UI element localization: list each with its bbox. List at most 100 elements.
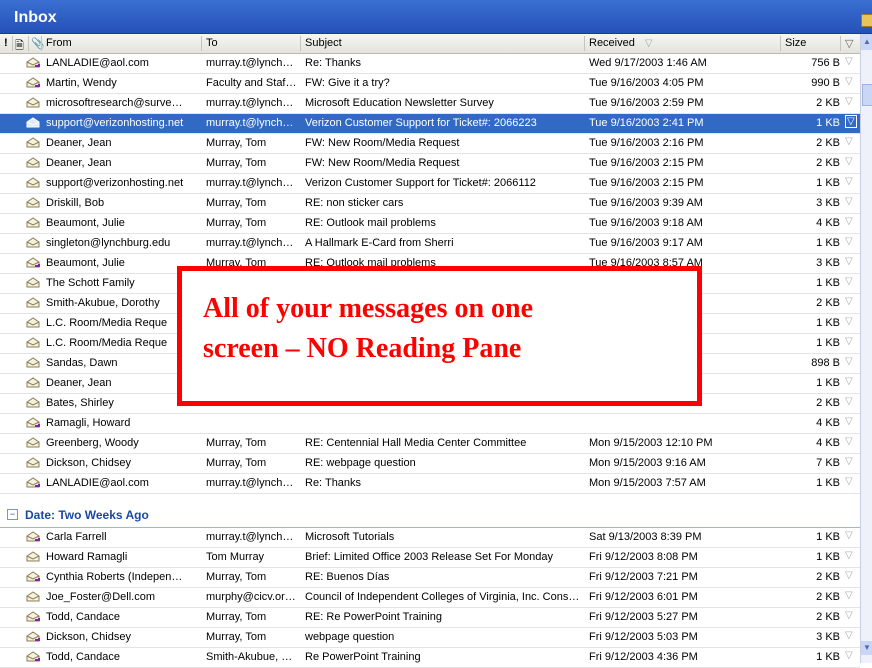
message-size: 1 KB xyxy=(816,277,840,289)
message-size: 4 KB xyxy=(816,217,840,229)
folder-title: Inbox xyxy=(14,9,57,26)
message-row[interactable]: Greenberg, Woody Murray, Tom RE: Centennia… xyxy=(0,434,860,454)
message-row[interactable]: LANLADIE@aol.com murray.t@lynch… Re: Thank… xyxy=(0,54,860,74)
flag-icon[interactable]: ▽ xyxy=(845,136,853,147)
envelope-reply-icon xyxy=(26,257,40,268)
flag-icon[interactable]: ▽ xyxy=(845,76,853,87)
message-row[interactable]: Howard Ramagli Tom Murray Brief: Limited O… xyxy=(0,548,860,568)
message-row[interactable]: Beaumont, Julie Murray, Tom RE: Outlook ma… xyxy=(0,214,860,234)
flag-icon[interactable]: ▽ xyxy=(845,96,853,107)
message-row[interactable]: singleton@lynchburg.edu murray.t@lynch… A … xyxy=(0,234,860,254)
folder-icon[interactable] xyxy=(861,14,872,27)
message-size: 1 KB xyxy=(816,317,840,329)
message-row[interactable]: Joe_Foster@Dell.com murphy@cicv.or… Counci… xyxy=(0,588,860,608)
message-from: Beaumont, Julie xyxy=(46,217,125,229)
flag-icon[interactable]: ▽ xyxy=(845,296,853,307)
flag-icon[interactable]: ▽ xyxy=(845,650,853,661)
scroll-thumb[interactable] xyxy=(862,84,872,106)
envelope-open-icon xyxy=(26,277,40,288)
message-row[interactable]: Dickson, Chidsey Murray, Tom RE: webpage q… xyxy=(0,454,860,474)
message-size: 1 KB xyxy=(816,531,840,543)
flag-icon[interactable]: ▽ xyxy=(845,476,853,487)
message-subject: RE: webpage question xyxy=(305,457,416,469)
message-row[interactable]: LANLADIE@aol.com murray.t@lynch… Re: Thank… xyxy=(0,474,860,494)
flag-icon[interactable]: ▽ xyxy=(845,550,853,561)
message-subject: Microsoft Education Newsletter Survey xyxy=(305,97,494,109)
message-subject: Verizon Customer Support for Ticket#: 20… xyxy=(305,117,537,129)
flag-icon[interactable]: ▽ xyxy=(845,590,853,601)
message-subject: Brief: Limited Office 2003 Release Set F… xyxy=(305,551,554,563)
message-to: Murray, Tom xyxy=(206,197,267,209)
message-row[interactable]: Martin, Wendy Faculty and Staf… FW: Give i… xyxy=(0,74,860,94)
flag-icon[interactable]: ▽ xyxy=(845,316,853,327)
flag-icon[interactable]: ▽ xyxy=(845,456,853,467)
flag-icon[interactable]: ▽ xyxy=(845,336,853,347)
message-to: murray.t@lynch… xyxy=(206,57,294,69)
message-row[interactable]: support@verizonhosting.net murray.t@lynch… xyxy=(0,174,860,194)
flag-icon[interactable]: ▽ xyxy=(845,416,853,427)
flag-icon[interactable]: ▽ xyxy=(845,196,853,207)
column-from[interactable]: From xyxy=(46,37,72,49)
flag-icon[interactable]: ▽ xyxy=(845,610,853,621)
column-subject[interactable]: Subject xyxy=(305,37,342,49)
message-row[interactable]: Deaner, Jean Murray, Tom FW: New Room/Medi… xyxy=(0,154,860,174)
message-row[interactable]: Carla Farrell murray.t@lynch… Microsoft Tu… xyxy=(0,528,860,548)
flag-column-icon[interactable]: ▽ xyxy=(845,37,853,50)
flag-icon[interactable]: ▽ xyxy=(845,630,853,641)
envelope-reply-icon xyxy=(26,77,40,88)
message-row[interactable]: Dickson, Chidsey Murray, Tom webpage quest… xyxy=(0,628,860,648)
message-row[interactable]: Cynthia Roberts (Indepen… Murray, Tom RE: … xyxy=(0,568,860,588)
message-row[interactable]: Driskill, Bob Murray, Tom RE: non sticker … xyxy=(0,194,860,214)
message-row[interactable]: Todd, Candace Smith-Akubue, D… Re PowerPoi… xyxy=(0,648,860,668)
flag-icon[interactable]: ▽ xyxy=(845,236,853,247)
column-to[interactable]: To xyxy=(206,37,218,49)
message-row[interactable]: microsoftresearch@surve… murray.t@lynch… M… xyxy=(0,94,860,114)
importance-icon[interactable]: ! xyxy=(4,37,8,49)
message-from: LANLADIE@aol.com xyxy=(46,57,149,69)
group-header-two-weeks-ago[interactable]: − Date: Two Weeks Ago xyxy=(0,503,860,528)
flag-icon[interactable]: ▽ xyxy=(845,156,853,167)
scroll-down-icon[interactable]: ▼ xyxy=(861,641,872,655)
flag-icon[interactable]: ▽ xyxy=(845,56,853,67)
message-received: Fri 9/12/2003 5:27 PM xyxy=(589,611,698,623)
flag-icon[interactable]: ▽ xyxy=(845,530,853,541)
flag-icon[interactable]: ▽ xyxy=(845,376,853,387)
message-subject: RE: Outlook mail problems xyxy=(305,217,436,229)
message-size: 3 KB xyxy=(816,631,840,643)
flag-icon[interactable]: ▽ xyxy=(845,396,853,407)
message-received: Fri 9/12/2003 5:03 PM xyxy=(589,631,698,643)
flag-icon[interactable]: ▽ xyxy=(845,176,853,187)
envelope-open-icon xyxy=(26,237,40,248)
message-size: 1 KB xyxy=(816,477,840,489)
flag-icon[interactable]: ▽ xyxy=(845,256,853,267)
column-received[interactable]: Received ▽ xyxy=(589,37,653,49)
flag-icon[interactable]: ▽ xyxy=(845,276,853,287)
column-size[interactable]: Size xyxy=(785,37,806,49)
column-separator xyxy=(201,36,202,51)
scroll-up-icon[interactable]: ▲ xyxy=(861,34,872,50)
envelope-open-icon xyxy=(26,297,40,308)
message-row[interactable]: support@verizonhosting.net murray.t@lynch… xyxy=(0,114,860,134)
flag-icon[interactable]: ▽ xyxy=(845,570,853,581)
message-from: Sandas, Dawn xyxy=(46,357,118,369)
message-size: 898 B xyxy=(811,357,840,369)
message-size: 756 B xyxy=(811,57,840,69)
collapse-icon[interactable]: − xyxy=(7,509,18,520)
message-row[interactable]: Todd, Candace Murray, Tom RE: Re PowerPoin… xyxy=(0,608,860,628)
message-received: Tue 9/16/2003 2:41 PM xyxy=(589,117,704,129)
message-row[interactable]: Deaner, Jean Murray, Tom FW: New Room/Medi… xyxy=(0,134,860,154)
flag-icon[interactable]: ▽ xyxy=(845,436,853,447)
vertical-scrollbar[interactable]: ▲ ▼ xyxy=(860,34,872,663)
message-size: 1 KB xyxy=(816,337,840,349)
message-row[interactable]: Ramagli, Howard 4 KB ▽ xyxy=(0,414,860,434)
flag-icon[interactable]: ▽ xyxy=(845,216,853,227)
flag-icon[interactable]: ▽ xyxy=(845,356,853,367)
message-received: Tue 9/16/2003 2:15 PM xyxy=(589,157,704,169)
message-from: Deaner, Jean xyxy=(46,137,112,149)
attachment-icon[interactable]: 📎 xyxy=(31,37,45,50)
message-group-two-weeks-ago: Carla Farrell murray.t@lynch… Microsoft Tu… xyxy=(0,528,860,668)
message-received: Fri 9/12/2003 6:01 PM xyxy=(589,591,698,603)
flag-icon[interactable]: ▽ xyxy=(845,115,857,128)
inbox-titlebar: Inbox xyxy=(0,0,872,34)
